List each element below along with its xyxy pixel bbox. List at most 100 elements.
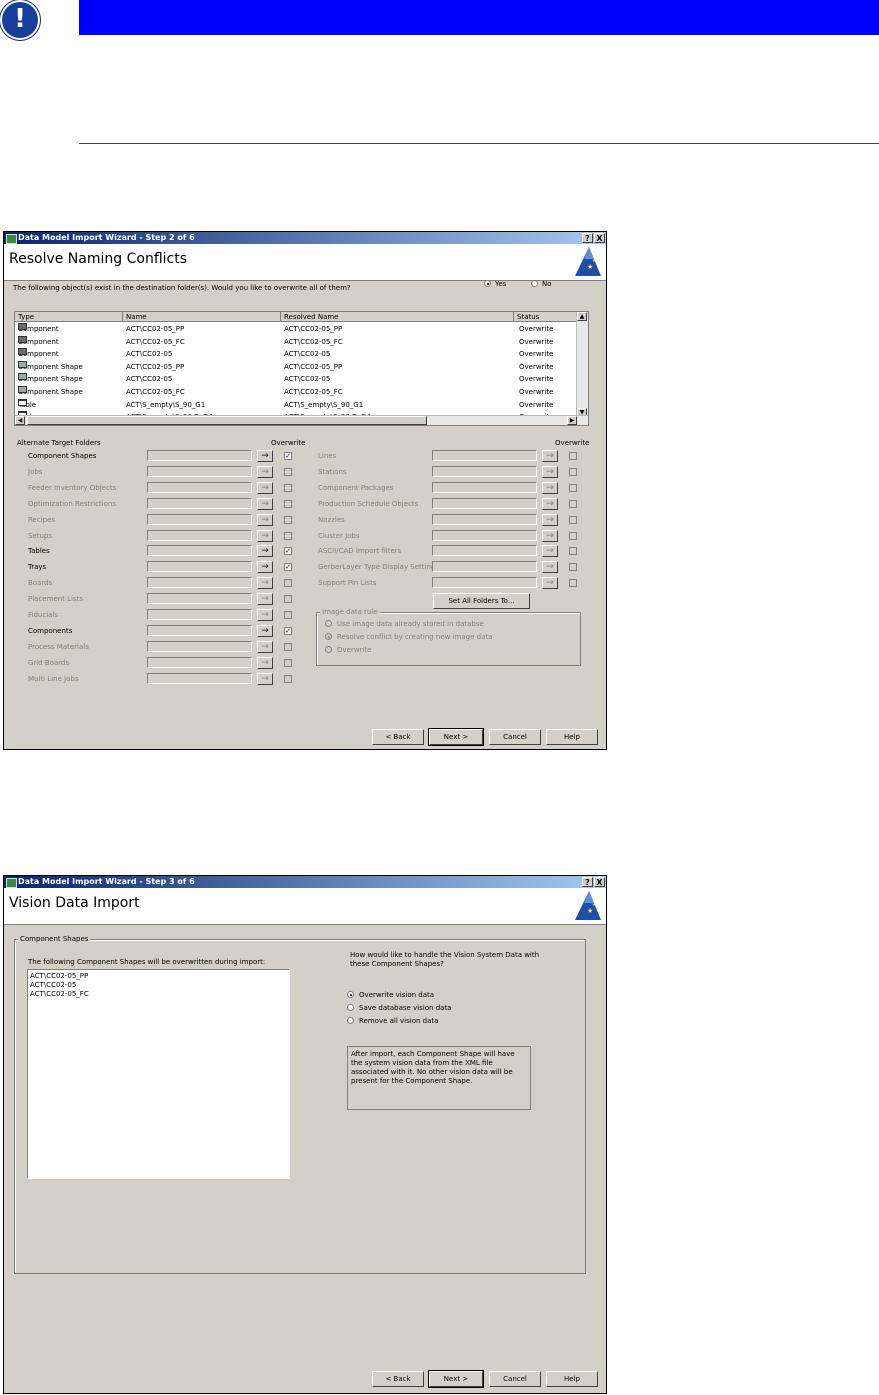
folder-field-nozzles[interactable] (432, 513, 537, 525)
arrow-right-icon[interactable]: → (257, 450, 273, 462)
folder-field-ascii-cad-import-filters[interactable] (432, 545, 537, 557)
overwrite-checkbox-multi-line-jobs[interactable] (284, 674, 292, 683)
arrow-right-icon[interactable]: → (542, 513, 558, 526)
table-row[interactable]: Component ACT\CC02-05_FC ACT\CC02-05_FC Ove… (15, 335, 577, 348)
folder-field-multi-line-jobs[interactable] (147, 672, 252, 684)
folder-field-trays[interactable] (147, 561, 252, 573)
overwrite-checkbox-nozzles[interactable] (569, 515, 577, 524)
arrow-right-icon[interactable]: → (257, 465, 273, 478)
arrow-right-icon[interactable]: → (257, 513, 273, 526)
overwrite-checkbox-trays[interactable]: ✓ (284, 563, 292, 572)
arrow-right-icon[interactable]: → (257, 497, 273, 510)
overwrite-checkbox-gerberlayer-type-display-settings[interactable] (569, 563, 577, 572)
scroll-left-button[interactable]: ◀ (15, 416, 25, 425)
overwrite-checkbox-support-pin-lists[interactable] (569, 579, 577, 588)
overwrite-checkbox-optimization-restrictions[interactable] (284, 499, 292, 508)
arrow-right-icon[interactable]: → (257, 545, 273, 558)
arrow-right-icon[interactable]: → (542, 497, 558, 510)
arrow-right-icon[interactable]: → (542, 450, 558, 462)
arrow-right-icon[interactable]: → (542, 561, 558, 574)
back-button[interactable]: < Back (372, 729, 424, 745)
overwrite-checkbox-fiducials[interactable] (284, 611, 292, 619)
folder-field-jobs[interactable] (147, 465, 252, 477)
folder-field-component-packages[interactable] (432, 481, 537, 493)
yes-radio[interactable] (484, 280, 491, 287)
folder-field-recipes[interactable] (147, 513, 252, 525)
arrow-right-icon[interactable]: → (257, 640, 273, 653)
column-header-resolved-name[interactable]: Resolved Name (281, 312, 514, 322)
table-row[interactable]: Component ACT\CC02-05 ACT\CC02-05 Overwrite (15, 348, 577, 360)
list-item[interactable]: ACT\CC02-05_PP (30, 972, 88, 980)
set-all-folders-button[interactable]: Set All Folders To... (433, 593, 530, 609)
overwrite-checkbox-placement-lists[interactable] (284, 595, 292, 604)
folder-field-gerberlayer-type-display-settings[interactable] (432, 561, 537, 573)
list-item[interactable]: ACT\CC02-05 (30, 981, 76, 989)
scroll-thumb[interactable] (27, 416, 427, 425)
column-header-status[interactable]: Status (514, 312, 577, 322)
arrow-right-icon[interactable]: → (542, 577, 558, 590)
arrow-right-icon[interactable]: → (257, 672, 273, 685)
folder-field-boards[interactable] (147, 577, 252, 589)
arrow-right-icon[interactable]: → (542, 465, 558, 478)
folder-field-stations[interactable] (432, 465, 537, 477)
image-rule-radio[interactable] (325, 620, 332, 627)
overwrite-checkbox-jobs[interactable] (284, 467, 292, 476)
overwrite-checkbox-components[interactable]: ✓ (284, 626, 292, 635)
folder-field-component-shapes[interactable] (147, 450, 252, 461)
overwrite-checkbox-component-shapes[interactable]: ✓ (284, 452, 292, 460)
arrow-right-icon[interactable]: → (257, 577, 273, 590)
table-row[interactable]: Component Shape ACT\CC02-05_FC ACT\CC02-05… (15, 386, 577, 398)
conflicts-table[interactable]: Type Name Resolved Name Status Component… (14, 311, 589, 426)
scroll-right-button[interactable]: ▶ (567, 416, 577, 425)
table-row[interactable]: Table ACT\S_empty\S_90_G1 ACT\S_empty\S_90… (15, 398, 577, 411)
next-button[interactable]: Next > (428, 1370, 484, 1388)
folder-field-process-materials[interactable] (147, 640, 252, 652)
list-item[interactable]: ACT\CC02-05_FC (30, 990, 89, 998)
arrow-right-icon[interactable]: → (257, 481, 273, 494)
column-header-name[interactable]: Name (123, 312, 281, 322)
arrow-right-icon[interactable]: → (257, 529, 273, 542)
arrow-right-icon[interactable]: → (257, 624, 273, 637)
overwrite-checkbox-feeder-inventory-objects[interactable] (284, 483, 292, 492)
image-rule-radio[interactable] (325, 646, 332, 653)
folder-field-lines[interactable] (432, 450, 537, 461)
overwrite-checkbox-tables[interactable]: ✓ (284, 547, 292, 556)
horizontal-scrollbar[interactable]: ◀ ▶ (15, 415, 588, 425)
table-row[interactable]: Component Shape ACT\CC02-05_PP ACT\CC02-05… (15, 360, 577, 373)
table-row[interactable]: Component Shape ACT\CC02-05 ACT\CC02-05 Ove… (15, 373, 577, 385)
table-row[interactable]: Component ACT\CC02-05_PP ACT\CC02-05_PP Ove… (15, 323, 577, 335)
vision-option-radio[interactable] (347, 991, 354, 998)
help-button[interactable]: Help (546, 729, 598, 745)
overwrite-checkbox-boards[interactable] (284, 579, 292, 588)
folder-field-placement-lists[interactable] (147, 593, 252, 605)
overwrite-checkbox-cluster-jobs[interactable] (569, 531, 577, 540)
folder-field-cluster-jobs[interactable] (432, 529, 537, 541)
arrow-right-icon[interactable]: → (542, 481, 558, 494)
help-title-button[interactable]: ? (582, 877, 593, 887)
overwrite-checkbox-stations[interactable] (569, 467, 577, 476)
folder-field-grid-boards[interactable] (147, 656, 252, 668)
overwrite-checkbox-grid-boards[interactable] (284, 658, 292, 667)
arrow-right-icon[interactable]: → (257, 656, 273, 669)
overwrite-checkbox-component-packages[interactable] (569, 483, 577, 492)
folder-field-production-schedule-objects[interactable] (432, 497, 537, 509)
arrow-right-icon[interactable]: → (542, 529, 558, 542)
vision-option-radio[interactable] (347, 1004, 354, 1011)
folder-field-setups[interactable] (147, 529, 252, 541)
folder-field-fiducials[interactable] (147, 609, 252, 620)
overwrite-checkbox-production-schedule-objects[interactable] (569, 499, 577, 508)
folder-field-tables[interactable] (147, 545, 252, 557)
arrow-right-icon[interactable]: → (542, 545, 558, 558)
arrow-right-icon[interactable]: → (257, 593, 273, 606)
overwrite-checkbox-ascii-cad-import-filters[interactable] (569, 547, 577, 556)
folder-field-components[interactable] (147, 624, 252, 636)
arrow-right-icon[interactable]: → (257, 609, 273, 621)
help-title-button[interactable]: ? (582, 233, 593, 243)
overwrite-checkbox-recipes[interactable] (284, 515, 292, 524)
next-button[interactable]: Next > (428, 728, 484, 746)
no-radio[interactable] (531, 280, 538, 287)
scroll-up-button[interactable]: ▲ (577, 312, 587, 321)
cancel-button[interactable]: Cancel (489, 729, 541, 745)
folder-field-optimization-restrictions[interactable] (147, 497, 252, 509)
column-header-type[interactable]: Type (15, 312, 123, 322)
